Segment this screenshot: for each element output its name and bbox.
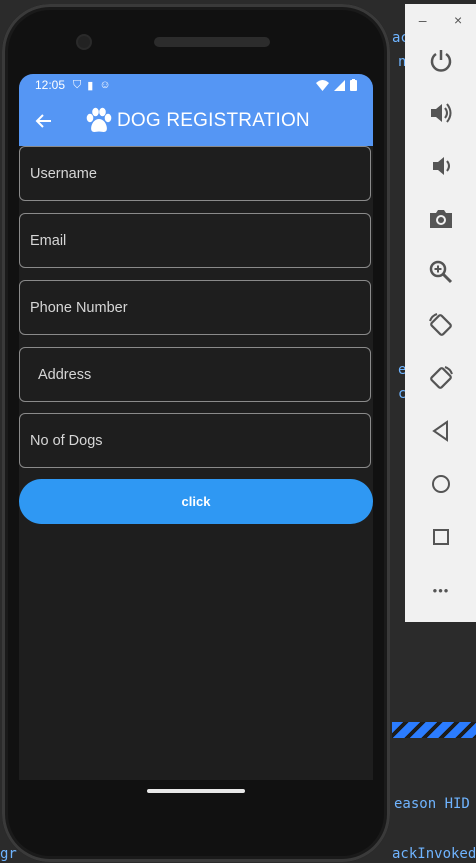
field-label: Address (38, 366, 92, 383)
volume-up-button[interactable] (425, 97, 457, 129)
speaker-grille (154, 37, 270, 47)
page-title: DOG REGISTRATION (117, 110, 310, 131)
phone-number-field[interactable]: Phone Number (19, 280, 371, 335)
volume-down-button[interactable] (425, 150, 457, 182)
back-nav-button[interactable] (425, 415, 457, 447)
email-field[interactable]: Email (19, 213, 371, 268)
face-icon: ☺ (99, 78, 111, 91)
status-time: 12:05 (35, 78, 66, 92)
status-bar: 12:05 ⛉ ▮ ☺ (19, 74, 373, 96)
rotate-right-icon (430, 366, 453, 389)
square-overview-icon (433, 529, 449, 545)
power-icon (430, 50, 452, 72)
field-label: Email (30, 232, 67, 249)
camera-icon (430, 210, 452, 228)
rotate-right-button[interactable] (425, 362, 457, 394)
dog-count-field[interactable]: No of Dogs (19, 413, 371, 468)
circle-home-icon (432, 475, 450, 493)
submit-button[interactable]: click (19, 479, 373, 524)
triangle-back-icon (432, 420, 448, 442)
back-button[interactable] (19, 96, 67, 146)
close-button[interactable]: × (454, 12, 462, 28)
power-button[interactable] (425, 44, 457, 76)
rotate-left-icon (429, 313, 452, 336)
app-bar: DOG REGISTRATION (19, 96, 373, 146)
field-label: No of Dogs (30, 432, 103, 449)
username-field[interactable]: Username (19, 146, 371, 201)
shield-icon: ⛉ (73, 78, 82, 91)
battery-icon (350, 79, 357, 91)
zoom-in-icon (429, 260, 453, 284)
ide-code-fragment: eason HID (394, 796, 470, 812)
minimize-button[interactable]: – (419, 12, 427, 28)
ide-code-fragment: gr (0, 846, 17, 862)
ide-code-fragment: ackInvokedCa (392, 846, 476, 862)
app-screen: 12:05 ⛉ ▮ ☺ DOG REGISTRATION Username Em… (19, 74, 373, 780)
ide-stripe (392, 722, 476, 738)
signal-icon (334, 79, 345, 91)
camera-icon (78, 36, 90, 48)
zoom-button[interactable] (425, 256, 457, 288)
field-label: Phone Number (30, 299, 128, 316)
emulator-toolbar: – × ••• (405, 4, 476, 622)
wifi-icon (316, 79, 329, 91)
more-options-button[interactable]: ••• (425, 574, 457, 606)
volume-up-icon (431, 103, 452, 123)
rotate-left-button[interactable] (425, 309, 457, 341)
arrow-left-icon (35, 114, 51, 128)
volume-down-icon (433, 157, 450, 175)
field-label: Username (30, 165, 97, 182)
paw-icon (86, 107, 112, 132)
screenshot-button[interactable] (425, 203, 457, 235)
sim-card-icon: ▮ (87, 79, 94, 92)
overview-nav-button[interactable] (425, 521, 457, 553)
home-indicator[interactable] (147, 789, 245, 793)
home-nav-button[interactable] (425, 468, 457, 500)
address-field[interactable]: Address (19, 347, 371, 402)
